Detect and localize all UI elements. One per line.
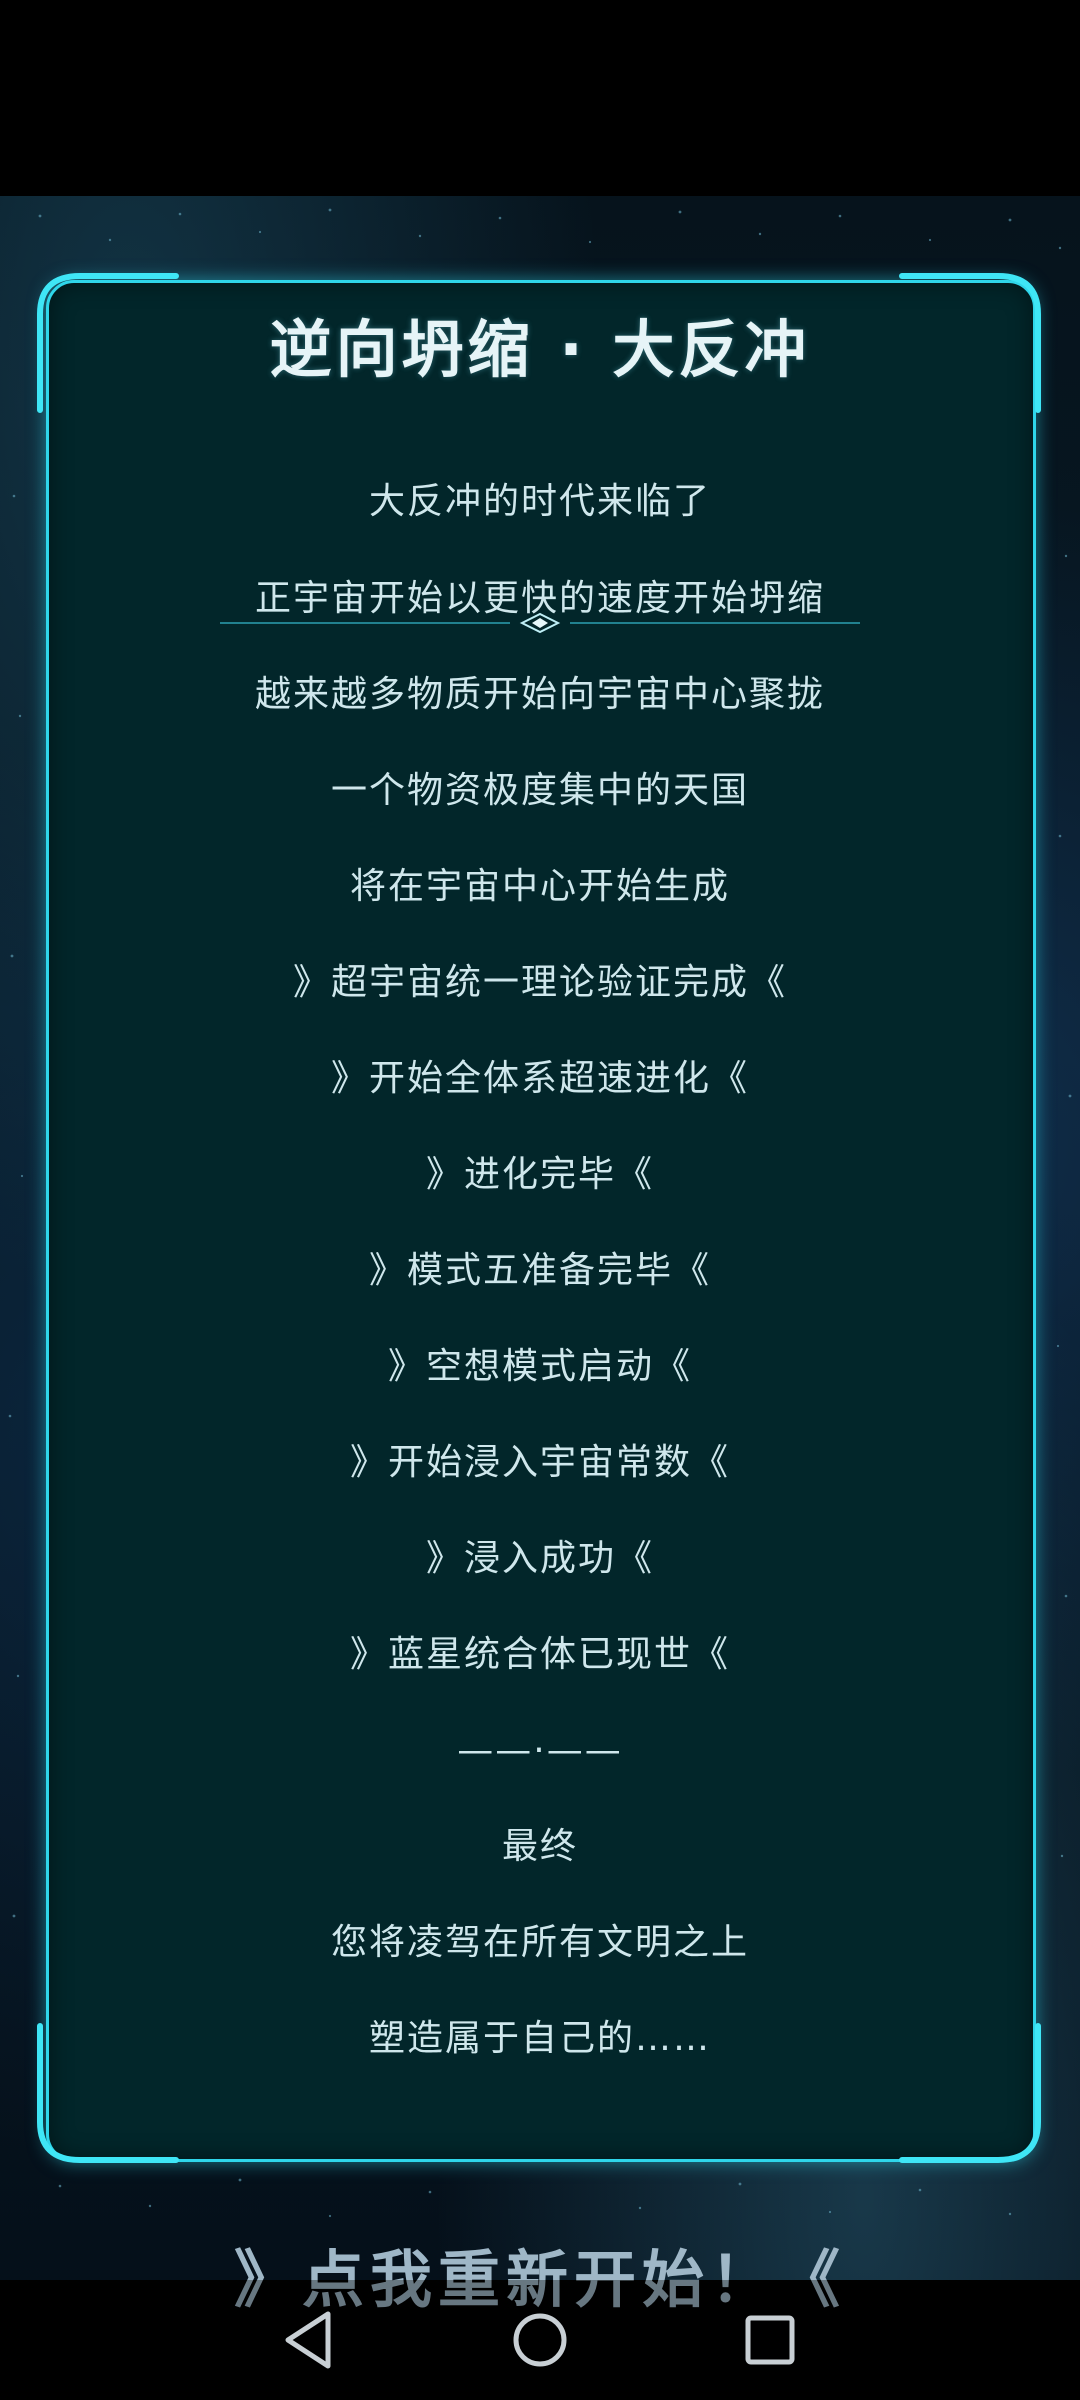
back-triangle-icon[interactable] [270, 2300, 350, 2380]
game-screen: 逆向坍缩 · 大反冲 大反冲的时代来临了 正宇宙开始以更快的速度开始坍缩 越来越… [0, 196, 1080, 2280]
story-panel-frame [36, 270, 1042, 2166]
story-line: 塑造属于自己的…… [368, 2018, 711, 2059]
status-bar [0, 0, 1080, 196]
panel-corner-brackets [37, 273, 1041, 2163]
story-line: 将在宇宙中心开始生成 [349, 866, 730, 907]
system-navigation-bar [0, 2280, 1080, 2400]
story-line: 》超宇宙统一理论验证完成《 [292, 962, 787, 1003]
story-line: 》浸入成功《 [425, 1538, 654, 1579]
story-line: 》空想模式启动《 [387, 1346, 692, 1387]
story-line: 》进化完毕《 [425, 1154, 654, 1195]
story-line: 》蓝星统合体已现世《 [349, 1634, 730, 1675]
story-line: 正宇宙开始以更快的速度开始坍缩 [254, 578, 825, 619]
story-line: 最终 [501, 1826, 578, 1867]
recents-square-icon[interactable] [730, 2300, 810, 2380]
home-circle-icon[interactable] [500, 2300, 580, 2380]
story-line: 》开始浸入宇宙常数《 [349, 1442, 730, 1483]
story-line: 》模式五准备完毕《 [368, 1250, 711, 1291]
story-line: 越来越多物质开始向宇宙中心聚拢 [254, 674, 825, 715]
story-line: 您将凌驾在所有文明之上 [330, 1922, 749, 1963]
story-line: 大反冲的时代来临了 [368, 481, 711, 522]
story-line: 一个物资极度集中的天国 [330, 770, 749, 811]
story-line: 》开始全体系超速进化《 [330, 1058, 749, 1099]
story-separator: ——·—— [457, 1730, 623, 1771]
panel-title: 逆向坍缩 · 大反冲 [269, 313, 811, 386]
